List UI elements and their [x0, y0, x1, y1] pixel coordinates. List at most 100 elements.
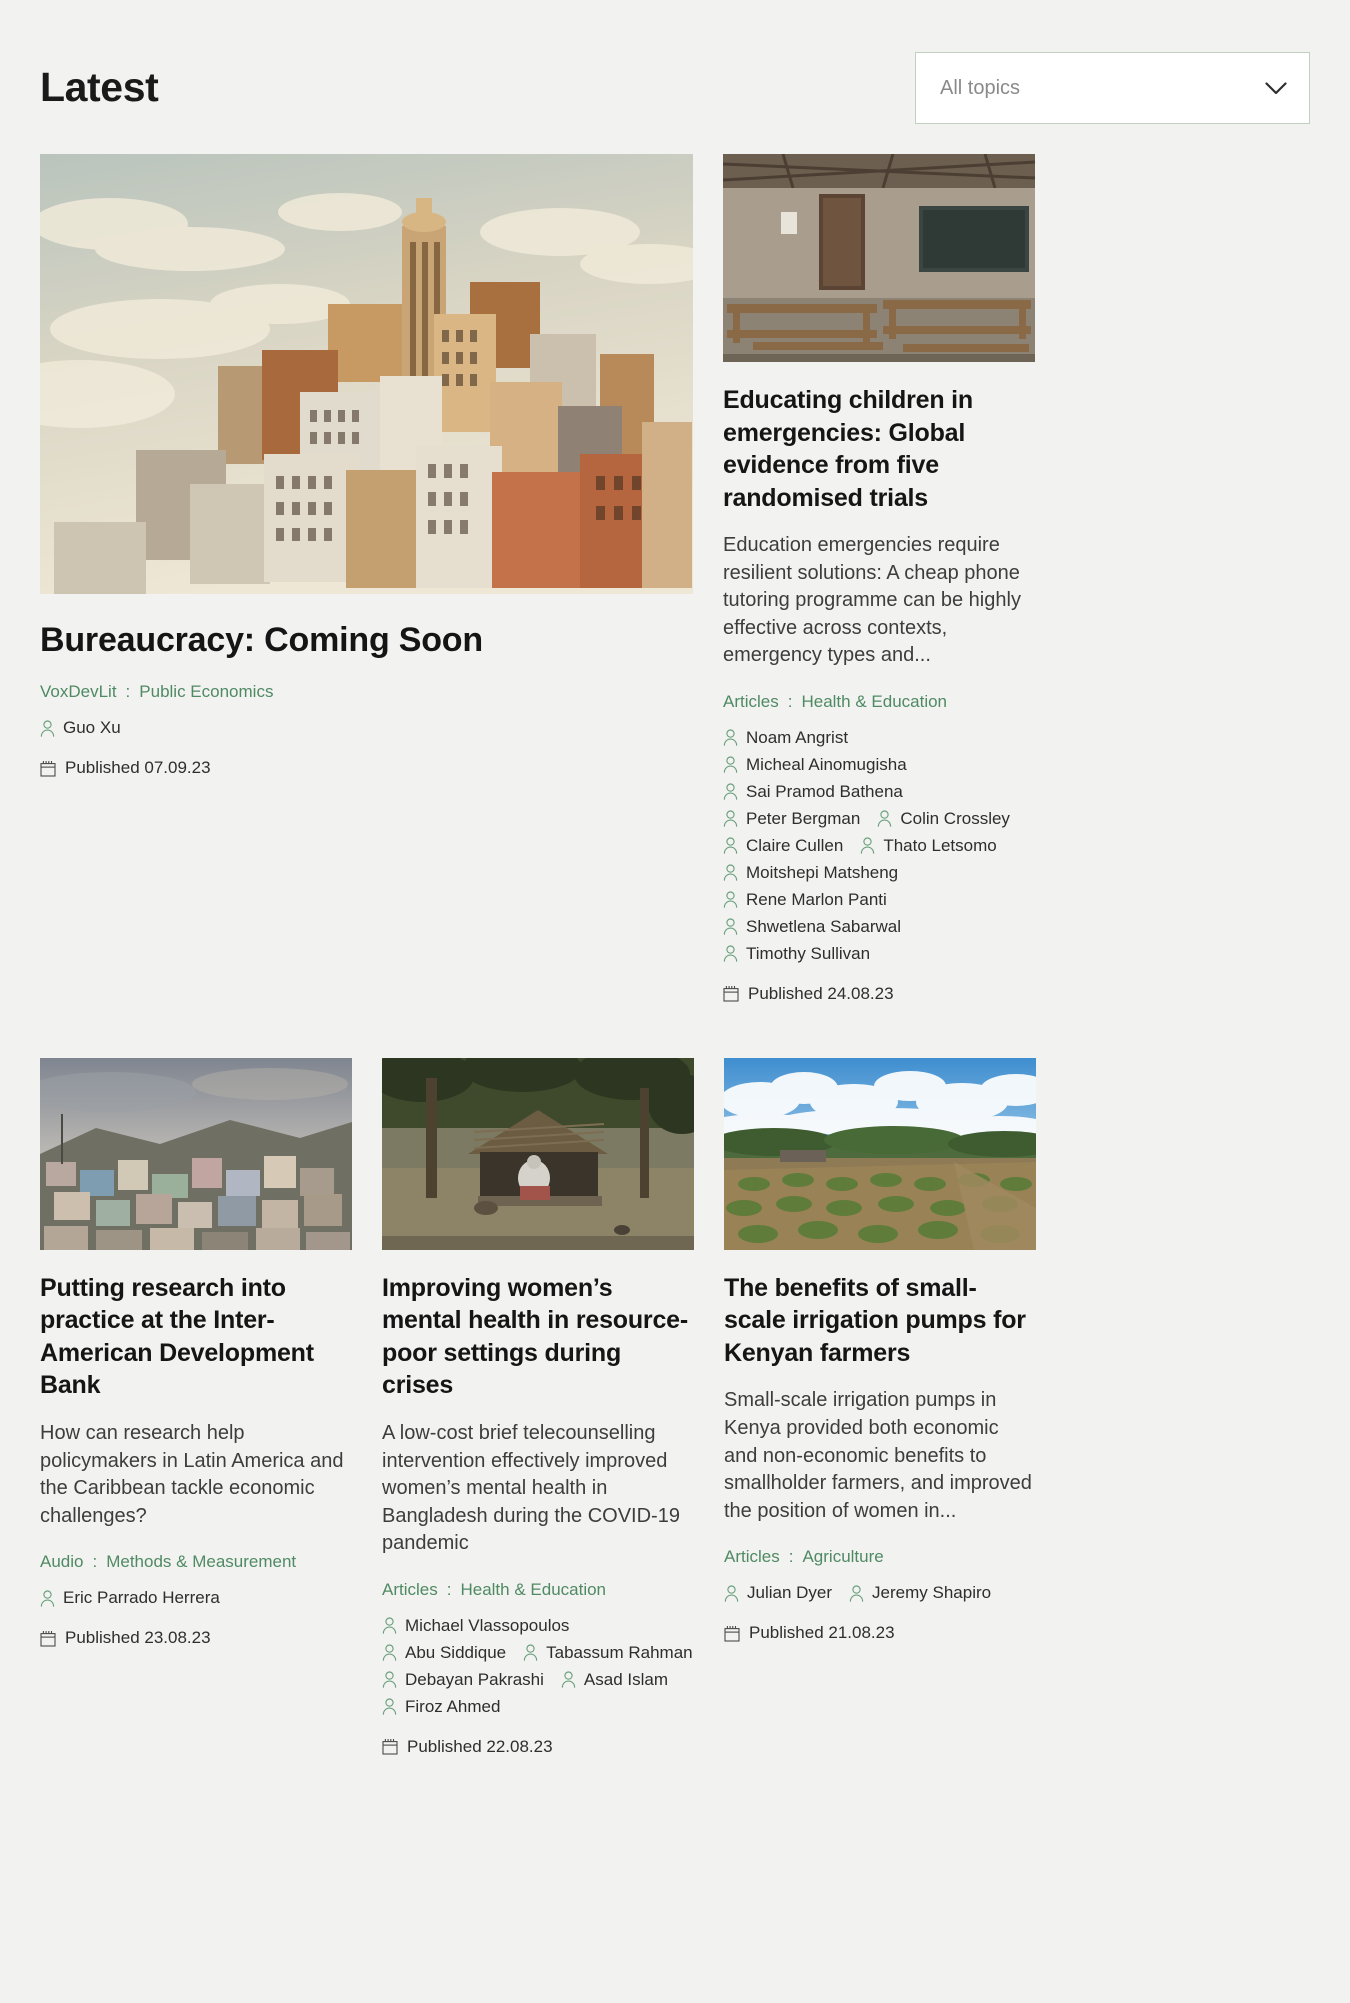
person-icon — [849, 1585, 864, 1602]
taxonomy-separator: : — [788, 1547, 794, 1567]
article-published: Published 23.08.23 — [40, 1628, 352, 1648]
author-item[interactable]: Michael Vlassopoulos — [382, 1616, 569, 1636]
article-title[interactable]: The benefits of small-scale irrigation p… — [724, 1272, 1036, 1370]
article-published: Published 24.08.23 — [723, 984, 1035, 1004]
article-taxonomy: Articles : Health & Education — [382, 1580, 694, 1600]
person-icon — [40, 1590, 55, 1607]
taxonomy-type-link[interactable]: VoxDevLit — [40, 682, 117, 702]
author-name: Moitshepi Matsheng — [746, 862, 899, 882]
author-item[interactable]: Moitshepi Matsheng — [723, 863, 898, 883]
author-name: Thato Letsomo — [883, 835, 997, 855]
page-title: Latest — [40, 64, 159, 111]
taxonomy-topic-link[interactable]: Agriculture — [802, 1547, 883, 1567]
bottom-article-grid: Putting research into practice at the In… — [40, 1057, 1310, 1757]
chevron-down-icon — [1265, 81, 1287, 95]
side-article-image[interactable] — [723, 154, 1035, 362]
author-item[interactable]: Eric Parrado Herrera — [40, 1588, 220, 1608]
topic-filter-select[interactable]: All topics — [915, 52, 1310, 124]
article-title[interactable]: Putting research into practice at the In… — [40, 1272, 352, 1402]
article-excerpt: Education emergencies require resilient … — [723, 534, 1021, 667]
person-icon — [561, 1671, 576, 1689]
featured-article-image[interactable] — [40, 154, 693, 594]
author-item[interactable]: Sai Pramod Bathena — [723, 782, 903, 802]
person-icon — [724, 1585, 739, 1602]
author-item[interactable]: Abu Siddique — [382, 1643, 506, 1663]
person-icon — [723, 837, 738, 855]
person-icon — [723, 756, 738, 774]
author-item[interactable]: Guo Xu — [40, 718, 121, 738]
author-item[interactable]: Shwetlena Sabarwal — [723, 917, 901, 937]
person-icon — [382, 1644, 397, 1662]
article-taxonomy: Articles : Health & Education — [723, 692, 1035, 712]
article-excerpt: Small-scale irrigation pumps in Kenya pr… — [724, 1389, 1032, 1522]
article-card[interactable]: Improving women’s mental health in resou… — [382, 1057, 694, 1757]
taxonomy-type-link[interactable]: Articles — [382, 1580, 438, 1600]
side-article-card[interactable]: Educating children in emergencies: Globa… — [723, 154, 1035, 1004]
article-taxonomy: Audio : Methods & Measurement — [40, 1552, 352, 1572]
person-icon — [40, 720, 55, 737]
person-icon — [382, 1671, 397, 1689]
latest-page: Latest All topics Bureaucracy: Coming So… — [0, 0, 1350, 1757]
author-item[interactable]: Firoz Ahmed — [382, 1697, 500, 1717]
person-icon — [523, 1644, 538, 1662]
article-image[interactable] — [724, 1057, 1036, 1250]
article-image[interactable] — [382, 1057, 694, 1250]
published-date: Published 22.08.23 — [407, 1736, 553, 1756]
article-title[interactable]: Bureaucracy: Coming Soon — [40, 620, 693, 660]
author-name: Sai Pramod Bathena — [746, 781, 903, 801]
author-item[interactable]: Debayan Pakrashi — [382, 1670, 544, 1690]
taxonomy-topic-link[interactable]: Health & Education — [801, 692, 947, 712]
author-item[interactable]: Julian Dyer — [724, 1583, 832, 1603]
author-item[interactable]: Jeremy Shapiro — [849, 1583, 991, 1603]
calendar-icon — [40, 760, 56, 777]
author-item[interactable]: Peter Bergman — [723, 809, 860, 829]
author-name: Jeremy Shapiro — [872, 1583, 992, 1603]
top-article-grid: Bureaucracy: Coming Soon VoxDevLit : Pub… — [40, 154, 1310, 1004]
article-authors: Noam Angrist Micheal Ainomugisha Sai Pra… — [723, 728, 1035, 964]
topic-filter-value: All topics — [940, 76, 1021, 99]
calendar-icon — [382, 1738, 398, 1755]
featured-article-card[interactable]: Bureaucracy: Coming Soon VoxDevLit : Pub… — [40, 154, 693, 778]
author-name: Michael Vlassopoulos — [405, 1615, 570, 1635]
author-item[interactable]: Noam Angrist — [723, 728, 848, 748]
taxonomy-topic-link[interactable]: Methods & Measurement — [106, 1552, 296, 1572]
article-published: Published 07.09.23 — [40, 758, 693, 778]
taxonomy-type-link[interactable]: Articles — [724, 1547, 780, 1567]
article-card[interactable]: The benefits of small-scale irrigation p… — [724, 1057, 1036, 1643]
author-item[interactable]: Tabassum Rahman — [523, 1642, 693, 1663]
author-item[interactable]: Thato Letsomo — [860, 835, 997, 856]
author-name: Guo Xu — [63, 718, 121, 738]
article-published: Published 21.08.23 — [724, 1623, 1036, 1643]
author-item[interactable]: Claire Cullen — [723, 836, 843, 856]
article-title[interactable]: Educating children in emergencies: Globa… — [723, 384, 1035, 514]
article-taxonomy: Articles : Agriculture — [724, 1547, 1036, 1567]
person-icon — [382, 1617, 397, 1635]
author-item[interactable]: Timothy Sullivan — [723, 944, 870, 964]
author-name: Micheal Ainomugisha — [746, 754, 907, 774]
person-icon — [723, 945, 738, 963]
author-name: Eric Parrado Herrera — [63, 1588, 220, 1608]
article-authors: Eric Parrado Herrera — [40, 1588, 352, 1608]
published-date: Published 21.08.23 — [749, 1623, 895, 1643]
taxonomy-separator: : — [125, 682, 131, 702]
article-card[interactable]: Putting research into practice at the In… — [40, 1057, 352, 1648]
article-title[interactable]: Improving women’s mental health in resou… — [382, 1272, 694, 1402]
article-excerpt: A low-cost brief telecounselling interve… — [382, 1421, 680, 1555]
author-item[interactable]: Rene Marlon Panti — [723, 890, 887, 910]
author-name: Noam Angrist — [746, 727, 849, 747]
taxonomy-topic-link[interactable]: Public Economics — [139, 682, 273, 702]
article-published: Published 22.08.23 — [382, 1737, 694, 1757]
author-item[interactable]: Colin Crossley — [877, 809, 1010, 829]
taxonomy-type-link[interactable]: Audio — [40, 1552, 83, 1572]
article-image[interactable] — [40, 1057, 352, 1250]
author-name: Tabassum Rahman — [546, 1642, 693, 1662]
person-icon — [860, 837, 875, 855]
author-item[interactable]: Asad Islam — [561, 1670, 668, 1690]
taxonomy-topic-link[interactable]: Health & Education — [460, 1580, 606, 1600]
person-icon — [723, 783, 738, 801]
taxonomy-type-link[interactable]: Articles — [723, 692, 779, 712]
author-name: Abu Siddique — [405, 1642, 507, 1662]
published-date: Published 23.08.23 — [65, 1628, 211, 1648]
author-item[interactable]: Micheal Ainomugisha — [723, 755, 907, 775]
person-icon — [723, 810, 738, 828]
